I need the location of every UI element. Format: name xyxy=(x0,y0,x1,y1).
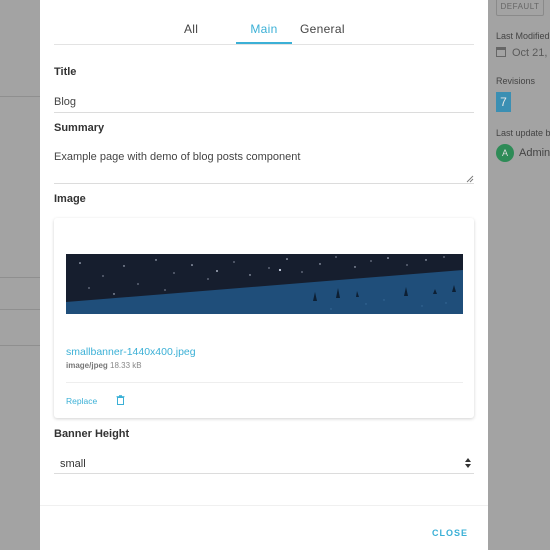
banner-image-preview xyxy=(66,254,463,314)
last-modified-value: Oct 21, xyxy=(496,47,547,59)
avatar: A xyxy=(496,144,514,162)
image-file-size: 18.33 kB xyxy=(110,361,142,370)
background-left-panel xyxy=(0,0,40,550)
image-card: smallbanner-1440x400.jpeg image/jpeg 18.… xyxy=(54,218,474,418)
summary-textarea-underline xyxy=(54,183,474,184)
tab-main[interactable]: Main xyxy=(236,22,292,36)
footer-divider xyxy=(40,505,488,506)
revisions-count[interactable]: 7 xyxy=(496,92,511,112)
replace-image-button[interactable]: Replace xyxy=(66,396,97,406)
title-input[interactable]: Blog xyxy=(54,96,76,108)
image-mime-type: image/jpeg xyxy=(66,361,108,370)
admin-name: Admin xyxy=(519,147,550,159)
resize-handle-icon[interactable] xyxy=(466,175,474,183)
select-arrows-icon xyxy=(465,458,471,468)
title-input-underline xyxy=(54,112,474,113)
active-tab-indicator xyxy=(236,42,292,44)
image-file-meta: image/jpeg 18.33 kB xyxy=(66,361,142,370)
banner-height-value: small xyxy=(60,458,86,470)
page-properties-dialog: All Main General Title Blog Summary Exam… xyxy=(40,0,488,550)
banner-height-label: Banner Height xyxy=(54,428,130,440)
last-modified-label: Last Modified xyxy=(496,31,550,41)
trash-icon[interactable] xyxy=(116,395,125,405)
close-button[interactable]: CLOSE xyxy=(432,528,468,538)
last-update-label: Last update b xyxy=(496,128,550,138)
tab-general[interactable]: General xyxy=(300,22,345,36)
summary-textarea[interactable]: Example page with demo of blog posts com… xyxy=(54,151,300,163)
image-label: Image xyxy=(54,193,86,205)
tab-all[interactable]: All xyxy=(184,22,198,36)
banner-height-select[interactable]: small xyxy=(54,452,474,474)
revisions-label: Revisions xyxy=(496,76,536,86)
tab-bar: All Main General xyxy=(54,0,474,45)
title-label: Title xyxy=(54,66,77,78)
card-divider xyxy=(66,382,463,383)
background-sidebar: DEFAULT Last Modified Oct 21, Revisions … xyxy=(488,0,550,550)
background-divider xyxy=(0,277,40,278)
background-divider xyxy=(0,96,40,97)
summary-label: Summary xyxy=(54,122,105,134)
background-divider xyxy=(0,309,40,310)
default-badge: DEFAULT xyxy=(496,0,544,16)
calendar-icon xyxy=(496,47,506,57)
image-filename-link[interactable]: smallbanner-1440x400.jpeg xyxy=(66,346,196,358)
background-divider xyxy=(0,345,40,346)
